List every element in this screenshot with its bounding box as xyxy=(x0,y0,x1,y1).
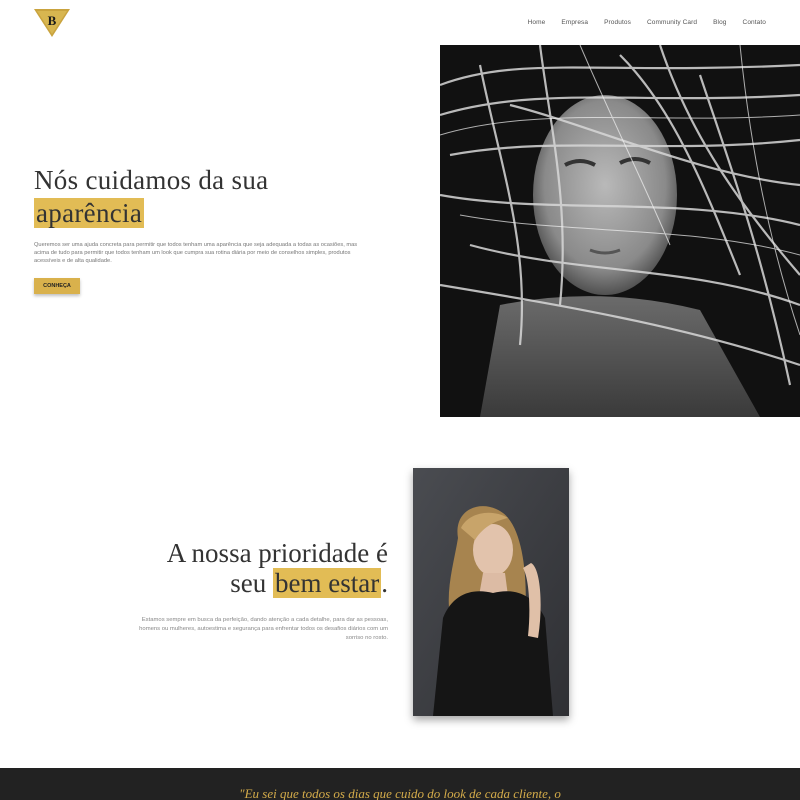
hero-title: Nós cuidamos da sua aparência xyxy=(34,164,268,230)
priority-title: A nossa prioridade é seu bem estar. xyxy=(88,538,388,598)
nav-blog[interactable]: Blog xyxy=(713,19,726,26)
svg-text:B: B xyxy=(48,13,57,28)
priority-title-highlight: bem estar xyxy=(273,568,382,598)
priority-title-suffix: . xyxy=(381,568,388,598)
hero-title-line: Nós cuidamos da sua xyxy=(34,165,269,195)
nav-home[interactable]: Home xyxy=(528,19,546,26)
brand-logo[interactable]: B xyxy=(34,9,70,37)
conheca-button[interactable]: CONHEÇA xyxy=(34,278,80,294)
nav-contato[interactable]: Contato xyxy=(743,19,766,26)
priority-title-prefix: seu xyxy=(230,568,267,598)
hero-title-highlight: aparência xyxy=(34,198,145,228)
main-nav: Home Empresa Produtos Community Card Blo… xyxy=(528,19,766,26)
logo-triangle-icon: B xyxy=(34,9,70,37)
hero-description: Queremos ser uma ajuda concreta para per… xyxy=(34,242,358,264)
hero-photo xyxy=(440,45,800,417)
testimonial-quote: "Eu sei que todos os dias que cuido do l… xyxy=(239,786,561,800)
quote-band: "Eu sei que todos os dias que cuido do l… xyxy=(0,768,800,800)
portrait-photo xyxy=(413,468,569,716)
priority-description: Estamos sempre em busca da perfeição, da… xyxy=(139,617,388,641)
nav-produtos[interactable]: Produtos xyxy=(604,19,631,26)
nav-community-card[interactable]: Community Card xyxy=(647,19,697,26)
priority-title-line: A nossa prioridade é xyxy=(166,538,388,568)
nav-empresa[interactable]: Empresa xyxy=(561,19,588,26)
